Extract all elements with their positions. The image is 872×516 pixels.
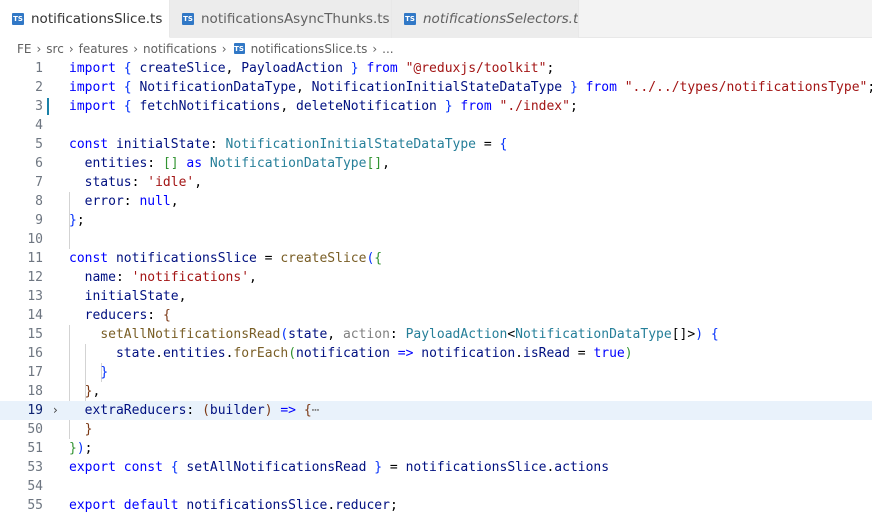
line-number: 11 bbox=[27, 251, 43, 266]
code-editor[interactable]: 1 import { createSlice, PayloadAction } f… bbox=[0, 59, 872, 516]
code-line[interactable]: 16 state.entities.forEach(notification =… bbox=[0, 344, 872, 363]
code-text: initialState, bbox=[84, 289, 187, 304]
code-line[interactable]: 1 import { createSlice, PayloadAction } f… bbox=[0, 59, 872, 78]
code-text: entities: [] as NotificationDataType[], bbox=[84, 156, 390, 171]
code-line[interactable]: 3 import { fetchNotifications, deleteNoti… bbox=[0, 97, 872, 116]
tab-3[interactable]: TS notificationsSelectors.ts bbox=[392, 0, 579, 38]
line-number: 7 bbox=[35, 175, 43, 190]
code-line[interactable]: 18 }, bbox=[0, 382, 872, 401]
code-text: }, bbox=[84, 384, 101, 399]
code-line[interactable]: 53 export const { setAllNotificationsRead… bbox=[0, 458, 872, 477]
code-line[interactable]: 8 error: null, bbox=[0, 192, 872, 211]
line-number: 53 bbox=[27, 460, 43, 475]
code-text: extraReducers: (builder) => {⋯ bbox=[84, 403, 320, 418]
code-text: }); bbox=[69, 441, 93, 456]
code-line[interactable]: 15 setAllNotificationsRead(state, action… bbox=[0, 325, 872, 344]
ts-file-icon: TS bbox=[233, 43, 245, 54]
chevron-right-icon: › bbox=[36, 41, 42, 56]
breadcrumb-item[interactable]: notifications bbox=[143, 42, 217, 56]
code-text: export default notificationsSlice.reduce… bbox=[69, 498, 398, 513]
code-line[interactable]: 17 } bbox=[0, 363, 872, 382]
chevron-right-icon: › bbox=[133, 41, 139, 56]
line-number: 19 bbox=[27, 403, 43, 418]
fold-chevron-right-icon[interactable]: › bbox=[53, 401, 65, 420]
breadcrumb-item[interactable]: features bbox=[79, 42, 129, 56]
code-text: reducers: { bbox=[84, 308, 171, 323]
code-line[interactable]: 14 reducers: { bbox=[0, 306, 872, 325]
line-number: 6 bbox=[35, 156, 43, 171]
code-line[interactable]: 9}; bbox=[0, 211, 872, 230]
line-number: 55 bbox=[27, 498, 43, 513]
code-line[interactable]: 7 status: 'idle', bbox=[0, 173, 872, 192]
code-line[interactable]: 10 bbox=[0, 230, 872, 249]
breadcrumb-item[interactable]: FE bbox=[17, 42, 31, 56]
code-text: } bbox=[84, 422, 93, 437]
breadcrumb: FE › src › features › notifications › TS notifica… bbox=[0, 38, 872, 59]
ts-file-icon: TS bbox=[404, 13, 416, 25]
breadcrumb-item[interactable]: ... bbox=[382, 42, 393, 56]
code-line[interactable]: 2 import { NotificationDataType, Notifica… bbox=[0, 78, 872, 97]
code-line[interactable]: 54 bbox=[0, 477, 872, 496]
tab-label: notificationsAsyncThunks.ts bbox=[201, 11, 390, 27]
code-text: export const { setAllNotificationsRead }… bbox=[69, 460, 610, 475]
line-number: 2 bbox=[35, 80, 43, 95]
line-number: 16 bbox=[27, 346, 43, 361]
code-line[interactable]: 5 const initialState: NotificationInitial… bbox=[0, 135, 872, 154]
tab-1[interactable]: TS notificationsSlice.ts bbox=[0, 0, 170, 38]
code-line[interactable]: 51}); bbox=[0, 439, 872, 458]
chevron-right-icon: › bbox=[221, 41, 227, 56]
line-number: 5 bbox=[35, 137, 43, 152]
chevron-right-icon: › bbox=[372, 41, 378, 56]
breadcrumb-item[interactable]: notificationsSlice.ts bbox=[251, 42, 368, 56]
ts-file-icon: TS bbox=[12, 12, 24, 25]
code-line[interactable]: 13 initialState, bbox=[0, 287, 872, 306]
code-text: setAllNotificationsRead(state, action: P… bbox=[100, 327, 719, 342]
line-number: 17 bbox=[27, 365, 43, 380]
tab-bar: TS notificationsSlice.ts TS notificationsAs… bbox=[0, 0, 872, 38]
tab-label: notificationsSelectors.ts bbox=[423, 11, 579, 27]
line-number: 4 bbox=[35, 118, 43, 133]
code-line[interactable]: 19 › extraReducers: (builder) => {⋯ bbox=[0, 401, 872, 420]
code-line[interactable]: 11 const notificationsSlice = createSlice… bbox=[0, 249, 872, 268]
breadcrumb-item[interactable]: src bbox=[46, 42, 64, 56]
line-number: 14 bbox=[27, 308, 43, 323]
line-number: 3 bbox=[35, 99, 43, 114]
code-text: import { NotificationDataType, Notificat… bbox=[69, 80, 872, 95]
code-text: state.entities.forEach(notification => n… bbox=[115, 346, 633, 361]
code-line[interactable]: 4 bbox=[0, 116, 872, 135]
code-text: const initialState: NotificationInitialS… bbox=[69, 137, 508, 152]
line-number: 54 bbox=[27, 479, 43, 494]
chevron-right-icon: › bbox=[68, 41, 74, 56]
ts-file-icon: TS bbox=[182, 13, 194, 25]
line-number: 18 bbox=[27, 384, 43, 399]
tab-label: notificationsSlice.ts bbox=[31, 10, 163, 27]
modified-line-marker bbox=[47, 98, 49, 115]
code-line[interactable]: 55 export default notificationsSlice.redu… bbox=[0, 496, 872, 515]
code-text: name: 'notifications', bbox=[84, 270, 257, 285]
line-number: 12 bbox=[27, 270, 43, 285]
code-text: }; bbox=[69, 213, 85, 228]
code-text: import { fetchNotifications, deleteNotif… bbox=[69, 99, 578, 114]
tab-2[interactable]: TS notificationsAsyncThunks.ts bbox=[170, 0, 392, 38]
line-number: 15 bbox=[27, 327, 43, 342]
line-number: 50 bbox=[27, 422, 43, 437]
code-line[interactable]: 12 name: 'notifications', bbox=[0, 268, 872, 287]
line-number: 8 bbox=[35, 194, 43, 209]
code-line[interactable]: 6 entities: [] as NotificationDataType[]… bbox=[0, 154, 872, 173]
line-number: 10 bbox=[27, 232, 43, 247]
line-number: 9 bbox=[35, 213, 43, 228]
code-line[interactable]: 50 } bbox=[0, 420, 872, 439]
line-number: 51 bbox=[27, 441, 43, 456]
code-text: } bbox=[100, 365, 109, 380]
code-text: status: 'idle', bbox=[84, 175, 203, 190]
code-text: const notificationsSlice = createSlice({ bbox=[69, 251, 383, 266]
line-number: 13 bbox=[27, 289, 43, 304]
code-text: import { createSlice, PayloadAction } fr… bbox=[69, 61, 555, 76]
code-text: error: null, bbox=[84, 194, 179, 209]
line-number: 1 bbox=[35, 61, 43, 76]
